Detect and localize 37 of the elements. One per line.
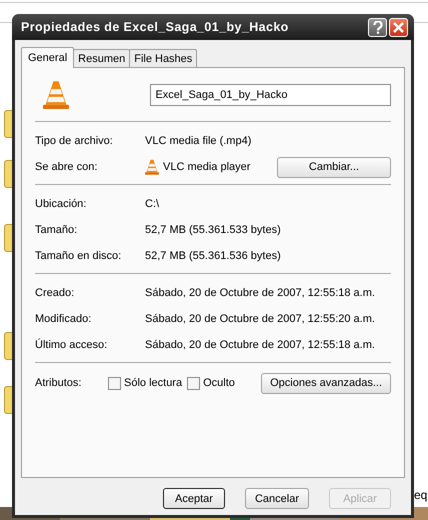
dialog-button[interactable]: Aceptar	[163, 488, 225, 509]
cone-icon	[145, 158, 159, 176]
property-value: 52,7 MB (55.361.533 bytes)	[145, 224, 281, 236]
cone-icon	[43, 80, 69, 110]
property-label: Último acceso:	[35, 339, 108, 351]
property-label: Modificado:	[35, 313, 92, 325]
property-value: 52,7 MB (55.361.536 bytes)	[145, 250, 281, 262]
checkbox-label[interactable]: Sólo lectura	[124, 377, 182, 389]
property-label: Tamaño:	[35, 224, 78, 236]
property-label: Tamaño en disco:	[35, 250, 122, 262]
close-icon	[393, 22, 404, 32]
property-value: Sábado, 20 de Octubre de 2007, 12:55:18 a.m.	[145, 287, 375, 299]
property-label: Tipo de archivo:	[35, 135, 114, 147]
tab[interactable]: Resumen	[73, 49, 130, 67]
property-value: Sábado, 20 de Octubre de 2007, 12:55:20 a.m.	[145, 313, 375, 325]
help-button[interactable]	[368, 18, 387, 36]
tab[interactable]: File Hashes	[129, 49, 198, 67]
close-button[interactable]	[389, 18, 408, 36]
property-label: Ubicación:	[35, 198, 88, 210]
property-label: Se abre con:	[35, 161, 98, 173]
checkbox-label[interactable]: Oculto	[203, 377, 235, 389]
dialog-button[interactable]: Cancelar	[245, 488, 309, 509]
property-value: VLC media file (.mp4)	[145, 135, 252, 147]
property-label: Creado:	[35, 287, 76, 299]
advanced-options-button[interactable]: Opciones avanzadas...	[261, 372, 391, 394]
file-name-field[interactable]: Excel_Saga_01_by_Hacko	[150, 84, 391, 106]
checkbox[interactable]	[187, 376, 200, 390]
checkbox[interactable]	[108, 376, 121, 390]
help-icon	[372, 20, 382, 34]
change-button[interactable]: Cambiar...	[277, 156, 391, 178]
property-value: C:\	[145, 198, 160, 210]
tab[interactable]: General	[21, 47, 74, 68]
attributes-label: Atributos:	[35, 377, 82, 389]
property-value: VLC media player	[163, 161, 250, 173]
property-value: Sábado, 20 de Octubre de 2007, 12:55:18 a.m.	[145, 339, 375, 351]
window-title: Propiedades de Excel_Saga_01_by_Hacko	[21, 20, 290, 34]
desktop-text: eq	[414, 488, 428, 502]
